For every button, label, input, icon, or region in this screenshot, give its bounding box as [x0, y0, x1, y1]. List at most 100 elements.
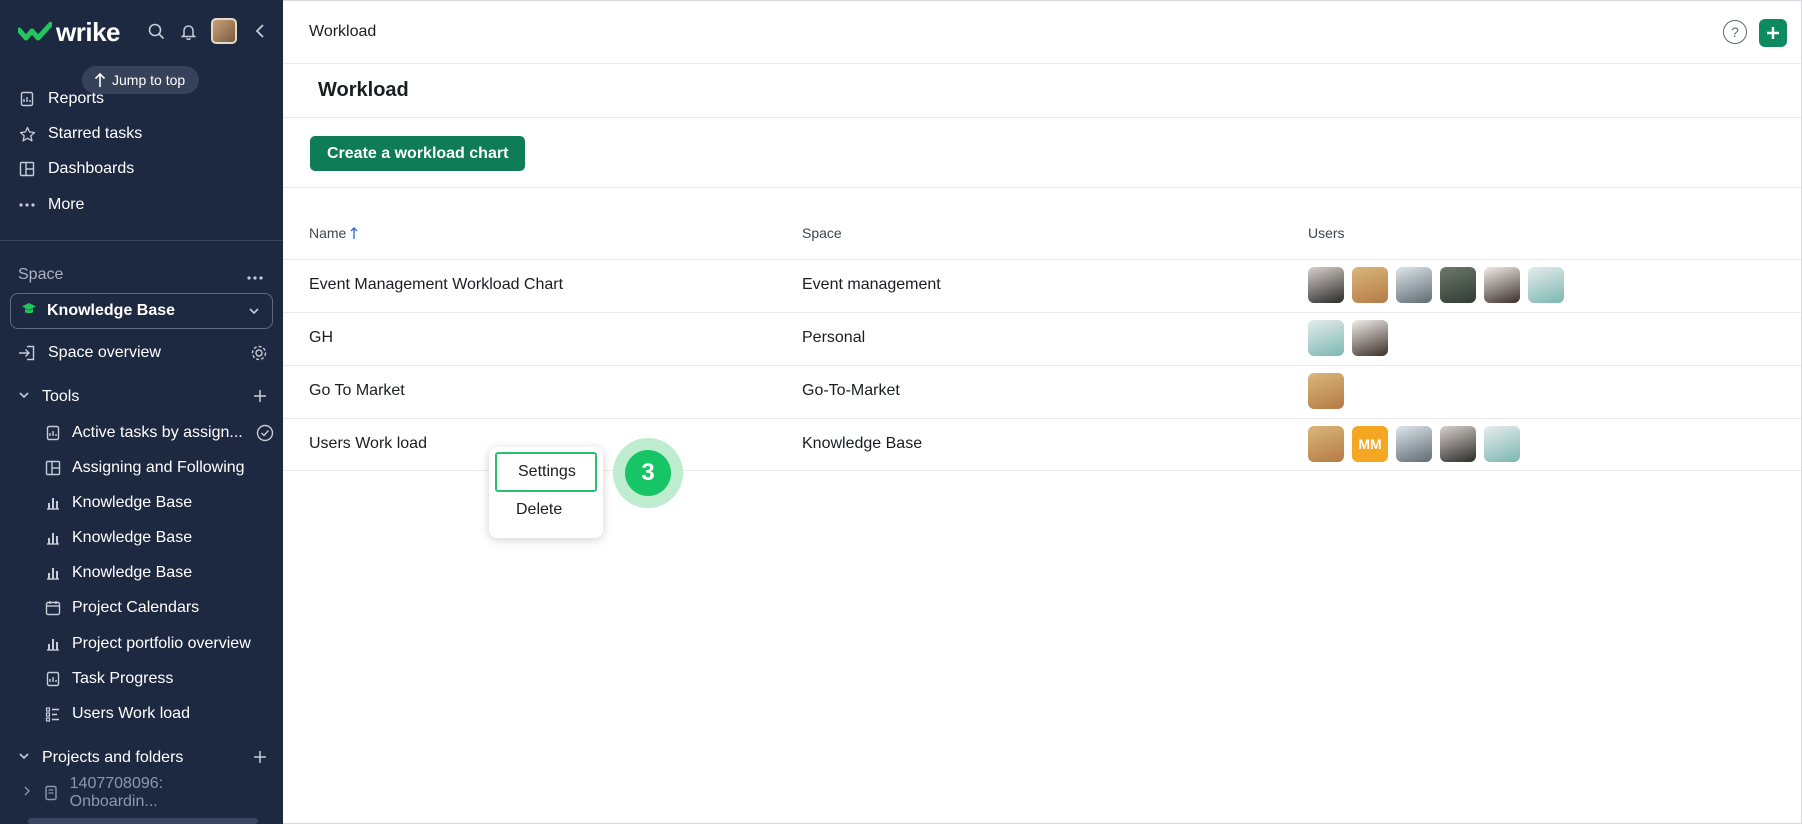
- menu-item-settings[interactable]: Settings: [495, 452, 597, 492]
- sidebar-divider: [0, 240, 283, 241]
- avatar: [1352, 267, 1388, 303]
- table-row[interactable]: Go To Market Go-To-Market: [283, 365, 1801, 418]
- tool-label: Knowledge Base: [72, 494, 193, 511]
- avatar-initials: MM: [1352, 426, 1388, 462]
- sidebar-scrollbar[interactable]: [28, 818, 258, 824]
- add-new-button[interactable]: [1759, 19, 1787, 47]
- table-row[interactable]: Event Management Workload Chart Event ma…: [283, 259, 1801, 312]
- table-row[interactable]: GH Personal: [283, 312, 1801, 365]
- avatar: [1440, 426, 1476, 462]
- add-project-icon[interactable]: [252, 749, 268, 770]
- nav-item-reports[interactable]: Reports: [18, 83, 104, 115]
- project-item[interactable]: 1407708096: Onboardin...: [22, 775, 252, 810]
- row-name[interactable]: GH: [309, 329, 333, 347]
- check-circle-icon: [256, 424, 274, 447]
- tool-label: Project Calendars: [72, 599, 200, 616]
- collapse-sidebar-icon[interactable]: [251, 22, 269, 40]
- tools-section-header[interactable]: Tools: [18, 381, 268, 413]
- nav-label: Reports: [48, 90, 105, 107]
- wrike-logo[interactable]: wrike: [18, 17, 121, 48]
- dashboard-icon: [44, 459, 62, 477]
- space-selector[interactable]: Knowledge Base: [10, 293, 273, 329]
- column-header-label: Space: [802, 225, 842, 241]
- gear-icon[interactable]: [250, 344, 268, 367]
- avatar: [1528, 267, 1564, 303]
- tool-item[interactable]: Knowledge Base: [44, 487, 274, 519]
- tool-label: Task Progress: [72, 670, 174, 687]
- space-label: Space: [18, 266, 64, 283]
- avatar: [1396, 426, 1432, 462]
- bell-icon[interactable]: [179, 22, 197, 40]
- step-number: 3: [625, 450, 671, 496]
- nav-label: Starred tasks: [48, 125, 143, 142]
- avatar: [1484, 267, 1520, 303]
- nav-item-more[interactable]: More: [18, 189, 84, 221]
- more-icon: [18, 196, 36, 214]
- project-icon: [42, 784, 60, 802]
- tool-label: Knowledge Base: [72, 564, 193, 581]
- projects-section-header[interactable]: Projects and folders: [18, 742, 268, 774]
- tool-label: Users Work load: [72, 705, 190, 722]
- dashboard-icon: [18, 160, 36, 178]
- column-header-space[interactable]: Space: [802, 225, 842, 241]
- row-users: [1308, 320, 1388, 356]
- step-badge: 3: [613, 438, 683, 508]
- report-icon: [44, 670, 62, 688]
- projects-label: Projects and folders: [42, 749, 184, 766]
- tool-item[interactable]: Project Calendars: [44, 592, 274, 624]
- space-cap-icon: [21, 302, 37, 321]
- row-space: Event management: [802, 276, 941, 293]
- help-icon[interactable]: ?: [1723, 20, 1747, 44]
- bar-chart-icon: [44, 635, 62, 653]
- create-workload-chart-button[interactable]: Create a workload chart: [310, 136, 526, 171]
- calendar-icon: [44, 599, 62, 617]
- avatar: [1440, 267, 1476, 303]
- space-overview-label: Space overview: [48, 344, 161, 361]
- row-space: Go-To-Market: [802, 382, 900, 399]
- row-name[interactable]: Event Management Workload Chart: [309, 276, 563, 294]
- tools-label: Tools: [42, 388, 80, 405]
- avatar: [1352, 320, 1388, 356]
- nav-item-starred-tasks[interactable]: Starred tasks: [18, 118, 142, 150]
- enter-icon: [18, 344, 36, 362]
- nav-item-dashboards[interactable]: Dashboards: [18, 153, 134, 185]
- jump-to-top-label: Jump to top: [112, 72, 186, 88]
- tool-item[interactable]: Active tasks by assign...: [44, 417, 274, 449]
- row-name[interactable]: Users Work load: [309, 435, 427, 453]
- top-bar: Workload ?: [283, 1, 1801, 64]
- tool-item[interactable]: Knowledge Base: [44, 522, 274, 554]
- bar-chart-icon: [44, 529, 62, 547]
- avatar: [1308, 267, 1344, 303]
- space-more-icon[interactable]: [247, 268, 263, 286]
- chevron-right-icon: [22, 784, 32, 802]
- chevron-down-icon: [248, 304, 260, 322]
- tool-item[interactable]: Task Progress: [44, 663, 274, 695]
- search-icon[interactable]: [147, 22, 165, 40]
- chevron-down-icon: [18, 749, 30, 767]
- row-users: MM: [1308, 426, 1520, 462]
- row-context-menu: Settings Delete: [489, 447, 603, 538]
- menu-item-delete[interactable]: Delete: [495, 490, 597, 530]
- main-content: Workload ? Workload Create a workload ch…: [283, 0, 1802, 824]
- breadcrumb[interactable]: Workload: [309, 23, 376, 41]
- divider: [283, 187, 1801, 188]
- avatar: [1308, 426, 1344, 462]
- bar-chart-icon: [44, 564, 62, 582]
- tool-item[interactable]: Knowledge Base: [44, 557, 274, 589]
- column-header-users[interactable]: Users: [1308, 225, 1345, 241]
- row-space: Knowledge Base: [802, 435, 923, 452]
- add-tool-icon[interactable]: [252, 388, 268, 409]
- tool-label: Assigning and Following: [72, 459, 245, 476]
- tool-item[interactable]: Project portfolio overview: [44, 628, 274, 660]
- row-name[interactable]: Go To Market: [309, 382, 405, 400]
- nav-label: Dashboards: [48, 160, 135, 177]
- user-avatar[interactable]: [211, 18, 237, 44]
- chevron-down-icon: [18, 388, 30, 406]
- sidebar: wrike Jump to top Reports Starred tasks …: [0, 0, 283, 824]
- row-users: [1308, 267, 1564, 303]
- avatar: [1484, 426, 1520, 462]
- column-header-name[interactable]: Name: [309, 225, 358, 241]
- tool-item[interactable]: Assigning and Following: [44, 452, 274, 484]
- tool-item[interactable]: Users Work load: [44, 698, 274, 730]
- space-overview-item[interactable]: Space overview: [18, 337, 268, 369]
